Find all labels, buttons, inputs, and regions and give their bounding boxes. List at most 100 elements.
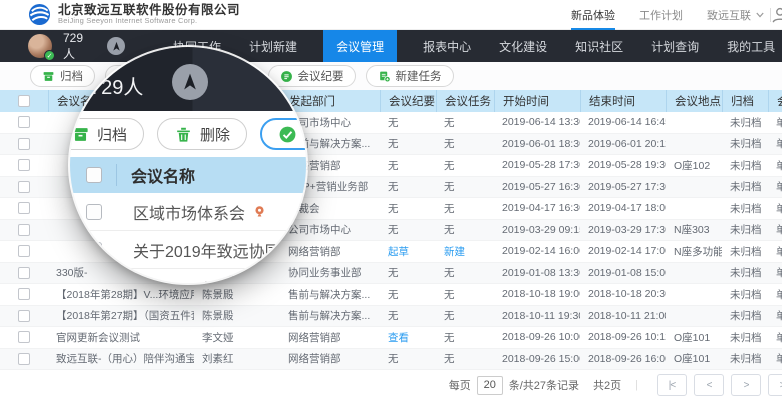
select-all-checkbox[interactable] [18, 95, 30, 107]
table-cell: 未归档 [722, 284, 768, 305]
table-cell: 公司市场中心 [280, 220, 380, 241]
table-cell: 2018-10-18 19:00 [494, 284, 580, 305]
row-checkbox[interactable] [18, 245, 30, 257]
top-link-工作计划[interactable]: 工作计划 [639, 0, 683, 30]
top-link-新品体验[interactable]: 新品体验 [571, 0, 615, 30]
row-checkbox[interactable] [18, 138, 30, 150]
row-checkbox-cell [0, 241, 48, 262]
column-header-结束时间[interactable]: 结束时间 [580, 90, 666, 112]
top-header: 北京致远互联软件股份有限公司 BeiJing Seeyon Internet S… [0, 0, 782, 30]
footer-divider: | [635, 379, 638, 391]
new-task-icon [378, 70, 391, 83]
magnified-row[interactable]: 区域市场体系会 [70, 193, 306, 231]
row-checkbox[interactable] [18, 181, 30, 193]
table-cell: 单 [768, 327, 782, 348]
table-cell: 无 [436, 112, 494, 133]
nav-item-知识社区[interactable]: 知识社区 [573, 30, 625, 62]
records-label: 条/共27条记录 [509, 377, 579, 393]
row-checkbox[interactable] [18, 288, 30, 300]
table-row[interactable]: 【2018年第27期】（国资五件套之）智慧党建...陈景殿售前与解决方案...无… [0, 306, 782, 328]
magnifier-overlay: 729人 归档删除已召开 会议名称 区域市场体系会关于2019年致远协同财务共享… [70, 47, 306, 283]
top-link-label: 工作计划 [639, 7, 683, 23]
toolbar-button-label: 新建任务 [396, 68, 442, 84]
table-cell: 2019-01-08 13:30 [494, 263, 580, 284]
table-cell: 售前与解决方案... [280, 284, 380, 305]
row-checkbox[interactable] [18, 353, 30, 365]
table-cell: 陈景殿 [194, 284, 280, 305]
row-checkbox-cell [0, 112, 48, 133]
toolbar-button-新建任务[interactable]: 新建任务 [366, 65, 454, 87]
nav-item-报表中心[interactable]: 报表中心 [421, 30, 473, 62]
table-cell: 无 [436, 327, 494, 348]
toolbar-button-删除[interactable]: 删除 [157, 118, 247, 150]
table-row[interactable]: 330版-李继红协同业务事业部无无2019-01-08 13:302019-01… [0, 263, 782, 285]
top-link-致远互联[interactable]: 致远互联 [707, 0, 764, 30]
prev-page-button[interactable]: < [694, 374, 724, 396]
table-cell: 无 [436, 177, 494, 198]
pages-label: 共2页 [593, 377, 621, 393]
table-cell: 2018-09-26 15:00 [494, 349, 580, 370]
row-checkbox[interactable] [18, 202, 30, 214]
seeyon-logo-icon [28, 3, 51, 26]
table-cell[interactable]: 查看 [380, 327, 436, 348]
row-checkbox-cell [0, 177, 48, 198]
next-page-button[interactable]: > [731, 374, 761, 396]
table-cell: 无 [380, 220, 436, 241]
row-checkbox-cell [0, 198, 48, 219]
nav-item-会议管理[interactable]: 会议管理 [323, 30, 397, 62]
column-header-会议任务[interactable]: 会议任务 [436, 90, 494, 112]
row-checkbox[interactable] [18, 310, 30, 322]
table-cell: 未归档 [722, 220, 768, 241]
row-checkbox[interactable] [18, 267, 30, 279]
select-all-checkbox[interactable] [86, 167, 102, 183]
row-checkbox[interactable] [18, 224, 30, 236]
nav-item-计划查询[interactable]: 计划查询 [649, 30, 701, 62]
table-cell: 2019-06-14 16:45 [580, 112, 666, 133]
column-header-开始时间[interactable]: 开始时间 [494, 90, 580, 112]
first-page-button[interactable]: |< [657, 374, 687, 396]
column-header-会议地点[interactable]: 会议地点 [666, 90, 722, 112]
table-cell: O座101 [666, 327, 722, 348]
company-names: 北京致远互联软件股份有限公司 BeiJing Seeyon Internet S… [58, 4, 240, 25]
row-checkbox[interactable] [18, 116, 30, 128]
table-cell: 单 [768, 155, 782, 176]
table-cell: 2018-10-18 20:30 [580, 284, 666, 305]
table-cell: O座102 [666, 155, 722, 176]
table-row[interactable]: 官网更新会议测试李文娅网络营销部查看无2018-09-26 10:002018-… [0, 327, 782, 349]
table-cell: 单 [768, 220, 782, 241]
row-checkbox-cell [0, 155, 48, 176]
table-row[interactable]: 致远互联-（用心）陪伴沟通宝典（训风采）测...刘素红网络营销部无无2018-0… [0, 349, 782, 371]
toolbar-button-归档[interactable]: 归档 [70, 118, 144, 150]
row-checkbox[interactable] [18, 331, 30, 343]
company-name-en: BeiJing Seeyon Internet Software Corp. [58, 17, 240, 25]
table-cell: 无 [380, 112, 436, 133]
column-header-会[interactable]: 会 [768, 90, 782, 112]
nav-item-我的工具[interactable]: 我的工具 [725, 30, 777, 62]
avatar[interactable]: ✓ [28, 34, 52, 58]
table-cell: 单 [768, 112, 782, 133]
table-cell: 2019-03-29 17:30 [580, 220, 666, 241]
online-status-badge: ✓ [44, 50, 55, 61]
row-checkbox[interactable] [86, 204, 102, 220]
nav-item-文化建设[interactable]: 文化建设 [497, 30, 549, 62]
column-header-会议纪要[interactable]: 会议纪要 [380, 90, 436, 112]
table-cell: 【2018年第27期】（国资五件套之）智慧党建... [48, 306, 194, 327]
table-cell: 无 [380, 155, 436, 176]
table-cell[interactable]: 新建 [436, 241, 494, 262]
table-cell: 2019-05-28 19:30 [580, 155, 666, 176]
page-size-input[interactable] [477, 376, 503, 395]
table-cell: 无 [380, 134, 436, 155]
table-cell: 单 [768, 349, 782, 370]
last-page-button[interactable]: >| [768, 374, 782, 396]
row-checkbox[interactable] [18, 159, 30, 171]
table-cell[interactable]: 起草 [380, 241, 436, 262]
table-cell: 无 [380, 284, 436, 305]
table-cell: 无 [380, 263, 436, 284]
person-icon[interactable] [771, 5, 782, 25]
row-checkbox-cell [0, 284, 48, 305]
table-cell: 无 [436, 306, 494, 327]
table-row[interactable]: 【2018年第28期】V...环境应用指...陈景殿售前与解决方案...无无20… [0, 284, 782, 306]
table-cell: 无 [380, 349, 436, 370]
column-header-归档[interactable]: 归档 [722, 90, 768, 112]
table-cell: 无 [436, 155, 494, 176]
